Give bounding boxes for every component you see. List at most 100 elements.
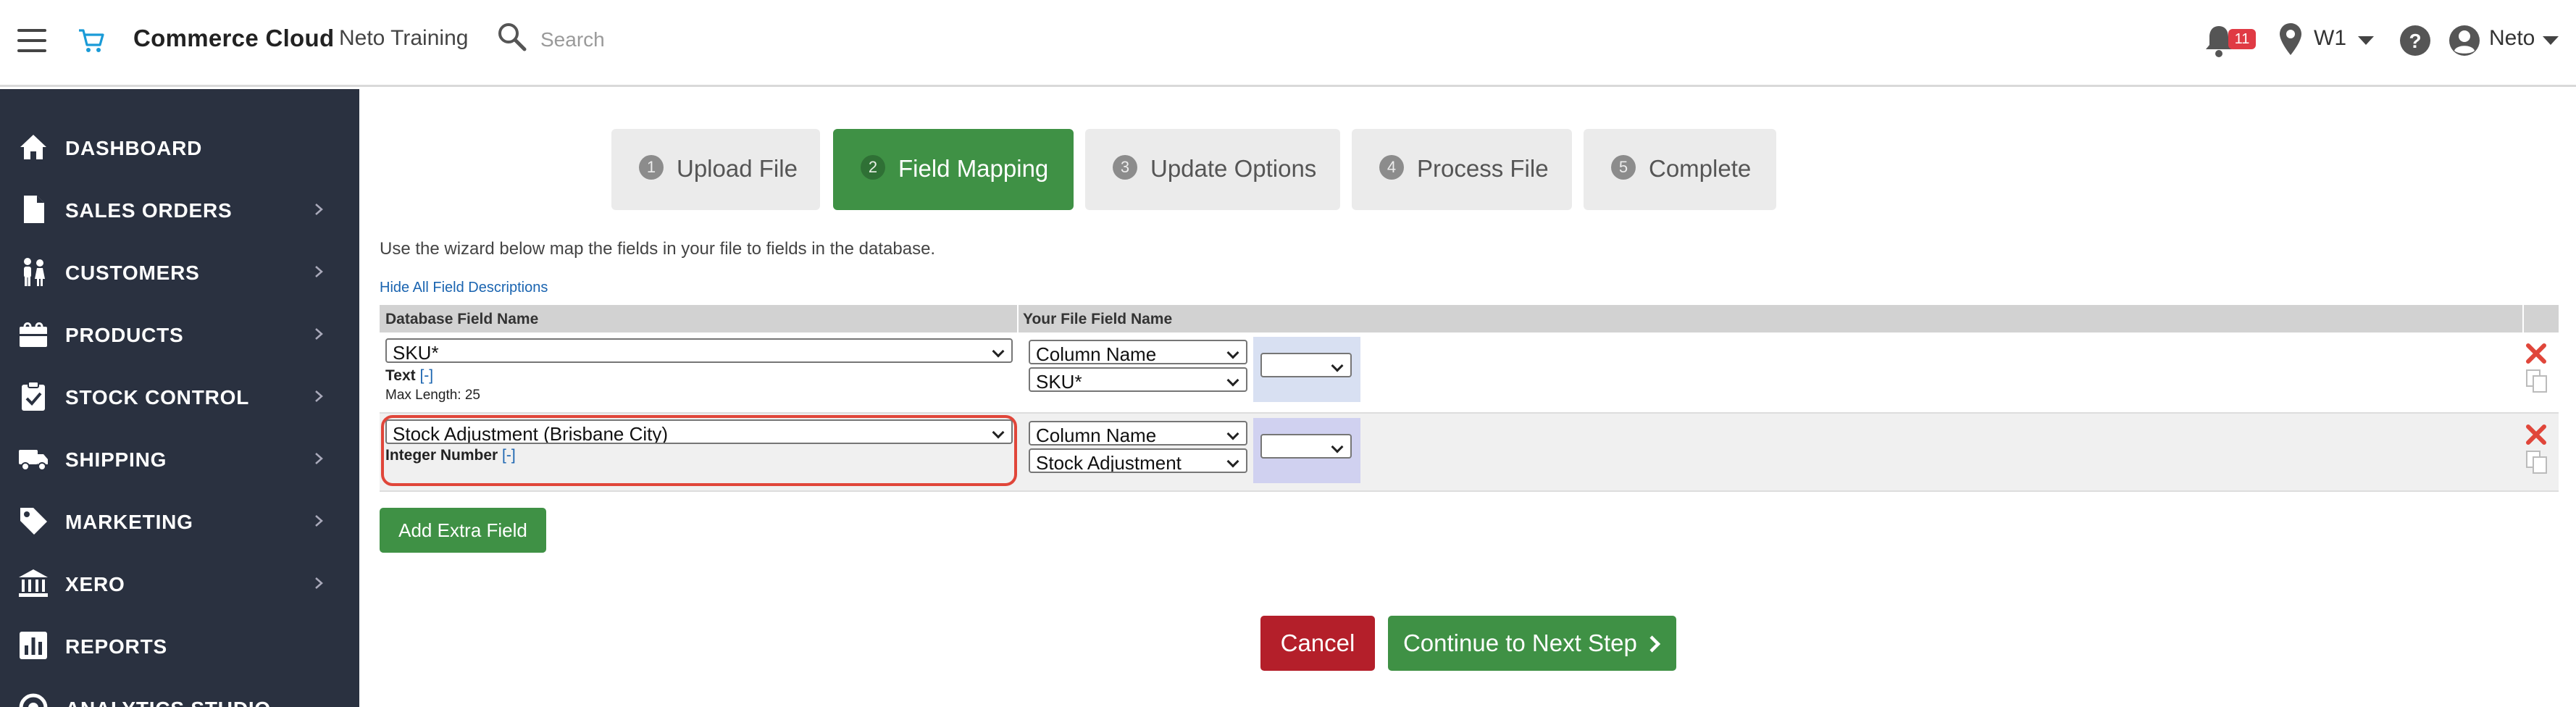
- select-value: Stock Adjustment: [1036, 452, 1182, 473]
- sidebar-item-label: STOCK CONTROL: [65, 386, 250, 409]
- step-number: 5: [1611, 155, 1636, 180]
- field-type: Text [-]: [385, 367, 433, 385]
- clipboard-check-icon: [22, 381, 45, 411]
- menu-icon[interactable]: [17, 29, 46, 54]
- intro-text: Use the wizard below map the fields in y…: [380, 239, 936, 259]
- location-pin-icon[interactable]: [2278, 22, 2304, 57]
- sidebar-item-marketing[interactable]: MARKETING: [0, 490, 359, 551]
- select-value: Column Name: [1036, 343, 1157, 364]
- col-header-file-field: Your File Field Name: [1023, 311, 1173, 327]
- header-divider: [1017, 305, 1019, 332]
- sidebar-item-label: PRODUCTS: [65, 324, 184, 346]
- analytics-icon: [19, 693, 48, 707]
- chevron-right-icon: [1649, 635, 1661, 653]
- people-icon: [24, 258, 45, 286]
- delete-row-icon[interactable]: [2525, 424, 2547, 445]
- chevron-right-icon: [315, 453, 323, 464]
- box-icon: [20, 322, 47, 347]
- user-name[interactable]: Neto: [2489, 26, 2535, 51]
- sidebar-item-label: SHIPPING: [65, 448, 167, 471]
- step-number: 4: [1379, 155, 1404, 180]
- search-icon[interactable]: [495, 20, 527, 52]
- sidebar-item-analytics-studio[interactable]: ANALYTICS STUDIO: [0, 677, 359, 707]
- field-max-length: Max Length: 25: [385, 388, 480, 403]
- highlight-outline: [381, 415, 1017, 486]
- location-dropdown-icon[interactable]: [2358, 36, 2374, 45]
- bar-chart-icon: [20, 632, 47, 659]
- wizard-step-complete[interactable]: 5 Complete: [1584, 129, 1776, 210]
- wizard-step-process-file[interactable]: 4 Process File: [1352, 129, 1572, 210]
- map-type-select[interactable]: Column Name: [1029, 421, 1247, 445]
- chevron-right-icon: [315, 577, 323, 589]
- help-icon[interactable]: ?: [2399, 25, 2431, 57]
- continue-next-step-button[interactable]: Continue to Next Step: [1388, 616, 1676, 671]
- chevron-down-icon: [1331, 359, 1344, 372]
- file-column-select[interactable]: Stock Adjustment: [1029, 448, 1247, 473]
- svg-text:?: ?: [2409, 30, 2421, 52]
- wizard-step-update-options[interactable]: 3 Update Options: [1085, 129, 1340, 210]
- delete-row-icon[interactable]: [2525, 343, 2547, 364]
- chevron-down-icon: [1331, 440, 1344, 453]
- sidebar-item-reports[interactable]: REPORTS: [0, 615, 359, 676]
- copy-row-icon[interactable]: [2525, 369, 2548, 393]
- step-label: Complete: [1649, 155, 1752, 182]
- cancel-button[interactable]: Cancel: [1260, 616, 1375, 671]
- chevron-right-icon: [315, 515, 323, 527]
- wizard-step-field-mapping[interactable]: 2 Field Mapping: [833, 129, 1074, 210]
- copy-row-icon[interactable]: [2525, 450, 2548, 474]
- step-label: Process File: [1417, 155, 1549, 182]
- map-type-select[interactable]: Column Name: [1029, 340, 1247, 364]
- sidebar-item-dashboard[interactable]: DASHBOARD: [0, 117, 359, 177]
- col-header-database-field: Database Field Name: [385, 311, 539, 327]
- chevron-right-icon: [315, 328, 323, 340]
- top-bar: Commerce Cloud Neto Training 11 W1 ? Net…: [0, 0, 2576, 87]
- wizard-step-upload-file[interactable]: 1 Upload File: [611, 129, 820, 210]
- store-name: Neto Training: [339, 26, 469, 50]
- document-icon: [24, 196, 44, 223]
- bank-icon: [19, 569, 48, 597]
- brand-name: Commerce Cloud: [133, 25, 335, 51]
- select-value: SKU*: [393, 342, 439, 363]
- chevron-down-icon: [992, 345, 1005, 358]
- sidebar-item-stock-control[interactable]: STOCK CONTROL: [0, 366, 359, 427]
- user-dropdown-icon[interactable]: [2543, 36, 2559, 45]
- chevron-down-icon: [1226, 374, 1239, 387]
- select-value: SKU*: [1036, 371, 1082, 392]
- chevron-down-icon: [1226, 427, 1239, 440]
- search-input[interactable]: [540, 22, 975, 58]
- sidebar-item-label: SALES ORDERS: [65, 199, 233, 222]
- sidebar-item-customers[interactable]: CUSTOMERS: [0, 241, 359, 302]
- chevron-down-icon: [1226, 455, 1239, 468]
- sidebar-item-label: XERO: [65, 573, 125, 595]
- database-field-select[interactable]: SKU*: [385, 338, 1013, 363]
- chevron-down-icon: [1226, 346, 1239, 359]
- cart-icon[interactable]: [77, 26, 106, 55]
- sidebar-item-label: MARKETING: [65, 511, 193, 533]
- file-column-select[interactable]: SKU*: [1029, 367, 1247, 392]
- add-extra-field-button[interactable]: Add Extra Field: [380, 508, 546, 553]
- sidebar-item-shipping[interactable]: SHIPPING: [0, 428, 359, 489]
- step-label: Update Options: [1150, 155, 1317, 182]
- sidebar-item-xero[interactable]: XERO: [0, 553, 359, 614]
- extra-option-select[interactable]: [1260, 353, 1352, 377]
- home-icon: [20, 135, 46, 159]
- sidebar-item-label: ANALYTICS STUDIO: [65, 698, 271, 707]
- sidebar-item-label: CUSTOMERS: [65, 262, 200, 284]
- hide-field-descriptions-link[interactable]: Hide All Field Descriptions: [380, 280, 548, 296]
- location-label[interactable]: W1: [2314, 26, 2346, 51]
- truck-icon: [19, 450, 48, 471]
- sidebar-item-label: DASHBOARD: [65, 137, 203, 159]
- step-label: Field Mapping: [898, 155, 1049, 182]
- extra-option-select[interactable]: [1260, 434, 1352, 459]
- sidebar-item-products[interactable]: PRODUCTS: [0, 304, 359, 364]
- step-number: 1: [639, 155, 664, 180]
- table-header: Database Field Name Your File Field Name: [380, 305, 2559, 332]
- chevron-right-icon: [315, 266, 323, 277]
- table-row: SKU* Text [-] Max Length: 25 Column Name…: [380, 332, 2559, 414]
- table-row: Stock Adjustment (Brisbane City) Integer…: [380, 414, 2559, 492]
- extra-option-cell: [1253, 418, 1360, 483]
- sidebar-item-sales-orders[interactable]: SALES ORDERS: [0, 179, 359, 240]
- user-avatar-icon[interactable]: [2449, 25, 2480, 57]
- toggle-description-link[interactable]: [-]: [419, 367, 433, 384]
- field-type-label: Text: [385, 367, 416, 384]
